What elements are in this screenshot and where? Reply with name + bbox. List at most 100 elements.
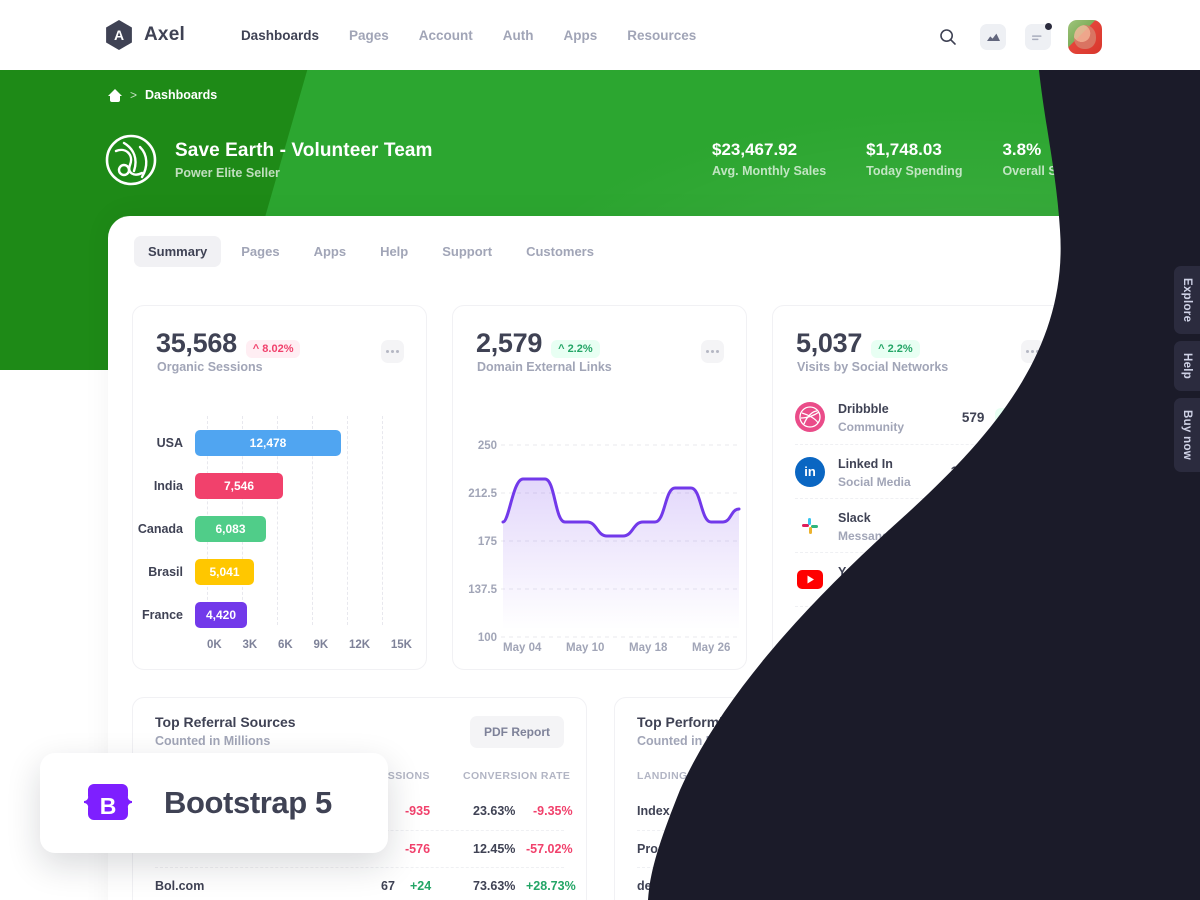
banner-stats: $23,467.92 Avg. Monthly Sales $1,748.03 … [712, 140, 1098, 178]
table-row[interactable]: Index 1,256 -935 2.63 -1.35 [637, 793, 1064, 830]
x-tick: May 26 [692, 642, 731, 654]
stat-value: $1,748.03 [866, 140, 942, 159]
table-row[interactable]: devs.keenthemes.com 67 +24 7.63 +8.73 [637, 867, 1067, 900]
links-more-button[interactable] [701, 340, 724, 363]
x-tick: 15K [390, 639, 412, 651]
social-name-block: Slack Messanger [838, 509, 962, 543]
social-title: YouTube [838, 564, 890, 579]
referral-rate-delta: +28.73% [526, 879, 576, 893]
y-tick: 100 [477, 632, 497, 644]
brand-logo[interactable]: A Axel [104, 20, 185, 50]
breadcrumb-separator: > [130, 88, 138, 102]
social-visits: 1,088 [950, 464, 985, 479]
social-title: Dribbble [838, 402, 889, 416]
page-clicks: 1,256 [883, 804, 915, 818]
organic-more-button[interactable] [381, 340, 404, 363]
bootstrap-icon: B [80, 778, 136, 828]
side-tab-help[interactable]: Help [1174, 341, 1200, 392]
referral-pdf-report-button[interactable]: PDF Report [470, 716, 564, 748]
bar-label: France [142, 608, 183, 622]
tab-summary[interactable]: Summary [134, 236, 222, 267]
tab-apps[interactable]: Apps [300, 236, 361, 267]
page-name: Index [637, 804, 670, 818]
page-clicks: 446 [896, 842, 917, 856]
social-row-youtube[interactable]: YouTube Video Channel 978 ^ 4.1% [795, 552, 1044, 606]
page-position: 1.45 [993, 842, 1018, 856]
linkedin-icon: in [795, 456, 825, 487]
bar-label: India [153, 479, 183, 493]
referral-rate: 12.45% [473, 842, 516, 856]
pages-col-landing: LANDING PAGE [637, 770, 722, 782]
social-desc: Social Network [838, 636, 925, 651]
tab-support[interactable]: Support [428, 236, 506, 267]
social-more-button[interactable] [1021, 340, 1044, 363]
referral-name: Bol.com [155, 879, 205, 893]
bar-row-brasil: Brasil 5,041 [133, 559, 254, 585]
links-value: 2,579 [476, 328, 543, 358]
y-tick: 175 [477, 536, 497, 548]
social-row-linkedin[interactable]: in Linked In Social Media 1,088 ^ 0.4% [795, 444, 1044, 498]
social-visits: 794 [961, 518, 985, 533]
side-tab-explore[interactable]: Explore [1174, 266, 1200, 335]
bar-row-canada: Canada 6,083 [133, 516, 266, 542]
page-clicks: 67 [909, 879, 923, 893]
pages-col-clicks: CLICKS [913, 770, 955, 782]
pages-pdf-report-button[interactable]: PDF Report [952, 716, 1046, 748]
y-tick: 212.5 [468, 488, 497, 500]
social-row-dribbble[interactable]: Dribbble Community 579 ^ 2.6% [795, 390, 1044, 444]
nav-actions [933, 20, 1102, 54]
bar-value: 6,083 [195, 516, 266, 542]
nav-link-pages[interactable]: Pages [349, 28, 389, 43]
avatar[interactable] [1068, 20, 1102, 54]
y-tick: 137.5 [468, 584, 497, 596]
x-tick: May 10 [566, 642, 605, 654]
tab-help[interactable]: Help [366, 236, 422, 267]
instagram-icon [795, 618, 825, 649]
social-desc: Messanger [838, 528, 901, 543]
social-delta-badge: ^ 0.2% [995, 516, 1044, 535]
page-name: devs.keenthemes.com [637, 879, 771, 893]
social-name-block: YouTube Video Channel [838, 563, 962, 597]
tab-customers[interactable]: Customers [512, 236, 608, 267]
stat-value: -7.4% [1054, 140, 1099, 159]
side-tab-buy-now[interactable]: Buy now [1174, 398, 1200, 473]
social-desc: Video Channel [838, 582, 922, 597]
referral-sessions: 67 [381, 879, 395, 893]
activity-icon[interactable] [978, 22, 1008, 52]
home-icon[interactable] [108, 88, 122, 102]
x-tick: 12K [348, 639, 371, 651]
social-visits: 978 [961, 572, 985, 587]
nav-link-auth[interactable]: Auth [503, 28, 534, 43]
organic-bar-chart: USA 12,478 India 7,546 Canada 6,083 Bras… [133, 416, 426, 651]
social-row-slack[interactable]: Slack Messanger 794 ^ 0.2% [795, 498, 1044, 552]
bar-label: Canada [137, 522, 183, 536]
brand-mark-icon: A [106, 20, 132, 50]
referral-subtitle: Counted in Millions [155, 734, 271, 748]
y-tick: 250 [477, 440, 497, 452]
nav-link-apps[interactable]: Apps [564, 28, 598, 43]
table-row[interactable]: Products 446 -576 1.45 0.32 [637, 830, 1063, 867]
pages-col-position: AVG. POSITION [975, 770, 1059, 782]
page-position: 2.63 [993, 804, 1018, 818]
side-tabs: Explore Help Buy now [1174, 266, 1200, 473]
table-row[interactable]: Bol.com 67 +24 73.63% +28.73% [155, 867, 576, 900]
social-title: Linked In [838, 456, 893, 471]
x-tick: May 04 [503, 642, 542, 654]
nav-link-resources[interactable]: Resources [627, 28, 696, 43]
card-top-performing-pages: Top Performing Pages Counted in Millions… [614, 697, 1069, 900]
x-tick: 0K [207, 639, 222, 651]
page-clicks-delta: +24 [942, 879, 964, 893]
social-change-badge: ^ 2.2% [871, 340, 920, 358]
tab-pages[interactable]: Pages [227, 236, 293, 267]
breadcrumb-current[interactable]: Dashboards [145, 88, 217, 102]
social-visits: 579 [961, 409, 985, 425]
nav-link-account[interactable]: Account [419, 28, 473, 43]
links-change-badge: ^ 2.2% [551, 340, 600, 358]
social-delta-badge: ^ 2.6% [995, 408, 1044, 426]
notifications-icon[interactable] [1023, 22, 1053, 52]
page-position-delta: +8.73 [1035, 879, 1067, 893]
social-row-instagram[interactable]: Instagram Social Network 1,458 ^ 8.3% [795, 606, 1044, 660]
nav-link-dashboards[interactable]: Dashboards [241, 28, 319, 43]
search-icon[interactable] [933, 22, 963, 52]
bootstrap-promo-card[interactable]: B Bootstrap 5 [40, 753, 388, 853]
